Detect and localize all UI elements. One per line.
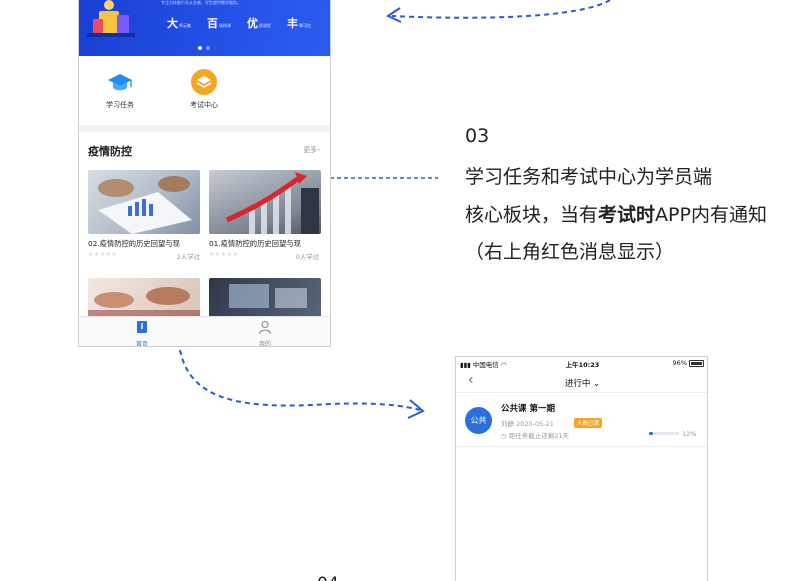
status-time: 上午10:23 (565, 361, 600, 369)
battery-label: 96% (672, 359, 687, 367)
book-icon (137, 321, 147, 333)
tab-label: 首页 (135, 341, 148, 347)
laptop-photo-icon (229, 284, 307, 308)
learner-count: 2人学过 (176, 253, 200, 261)
rating-stars-icon: ★★★★★ (88, 251, 118, 258)
status-bar: ▮▮▮ 中国电信 ◠ 上午10:23 96% (456, 357, 707, 369)
course-card-title[interactable]: 01.疫情防控的历史回望与现 (209, 239, 321, 249)
progress-fill (649, 432, 653, 435)
course-avatar: 公共 (465, 407, 492, 434)
phone-in-progress-screen: ▮▮▮ 中国电信 ◠ 上午10:23 96% ‹ 进行中 ⌄ 公共 公共课 第一… (455, 356, 708, 581)
step-number: 04 (317, 574, 339, 581)
learner-count: 0人学过 (295, 253, 319, 261)
banner-feature: 大师云集 (167, 17, 191, 30)
nav-bar: ‹ 进行中 ⌄ (456, 371, 707, 393)
course-card-thumbnail[interactable] (209, 170, 321, 234)
chevron-right-icon: › (317, 146, 320, 154)
clock-icon: ◷ (501, 432, 509, 440)
tab-mine[interactable]: 我的 (245, 319, 285, 347)
quick-action-label: 学习任务 (106, 101, 134, 109)
phone-home-screen: 专注为技能行业从业者、学生提供教学服务。 大师云集 百场授课 优质课程 丰厚可信… (78, 0, 331, 347)
quick-action-label: 考试中心 (190, 101, 218, 109)
promo-banner[interactable]: 专注为技能行业从业者、学生提供教学服务。 大师云集 百场授课 优质课程 丰厚可信 (79, 0, 330, 56)
step-number: 03 (465, 125, 490, 147)
status-badge: 人数已满 (574, 418, 603, 428)
course-card-title[interactable]: 02.疫情防控的历史回望与现 (88, 239, 200, 249)
course-card-thumbnail[interactable] (209, 278, 321, 318)
annotation-line: （右上角红色消息显示） (465, 241, 675, 263)
course-card-thumbnail[interactable] (88, 170, 200, 234)
banner-illustration-icon (87, 0, 135, 37)
chevron-down-icon: ⌄ (593, 379, 601, 389)
course-meta: 刘静 2020-05-21 (501, 420, 554, 428)
quick-action-exam-center[interactable]: 考试中心 (174, 69, 234, 110)
tab-label: 我的 (258, 341, 271, 347)
layers-icon (191, 69, 217, 95)
course-title: 公共课 第一期 (501, 404, 555, 414)
banner-tagline: 专注为技能行业从业者、学生提供教学服务。 (161, 0, 241, 5)
course-list-item[interactable]: 公共 公共课 第一期 刘静 2020-05-21 人数已满 ◷ 距任务截止还剩2… (456, 397, 707, 447)
graduation-cap-icon (107, 69, 133, 95)
tab-home[interactable]: 首页 (122, 319, 162, 347)
annotation-line: 学习任务和考试中心为学员端 (465, 166, 713, 188)
carousel-dot[interactable] (206, 46, 210, 50)
progress-bar (649, 432, 679, 435)
quick-action-learning-tasks[interactable]: 学习任务 (90, 69, 150, 110)
annotation-emphasis: 考试时 (598, 204, 656, 226)
section-title: 疫情防控 (88, 145, 132, 158)
course-due: ◷ 距任务截止还剩21天 (501, 432, 570, 440)
carousel-dot-active[interactable] (198, 46, 202, 50)
rating-stars-icon: ★★★★★ (209, 251, 239, 258)
bottom-tab-bar: 首页 我的 (79, 316, 330, 347)
banner-feature: 丰厚可信 (287, 17, 311, 30)
banner-feature: 百场授课 (207, 17, 231, 30)
hands-photo-icon (88, 287, 200, 318)
battery-icon (689, 360, 704, 367)
chart-paper-photo-icon (98, 176, 192, 234)
more-link[interactable]: 更多› (303, 145, 320, 155)
course-card-thumbnail[interactable] (88, 278, 200, 318)
nav-title[interactable]: 进行中 ⌄ (456, 377, 707, 389)
section-divider (79, 125, 330, 132)
progress-label: 12% (682, 430, 697, 438)
carousel-dots[interactable] (198, 46, 210, 50)
growth-chart-photo-icon (225, 172, 319, 234)
user-icon (258, 320, 272, 334)
annotation-line: 核心板块，当有考试时APP内有通知 (465, 204, 767, 226)
banner-feature: 优质课程 (247, 17, 271, 30)
